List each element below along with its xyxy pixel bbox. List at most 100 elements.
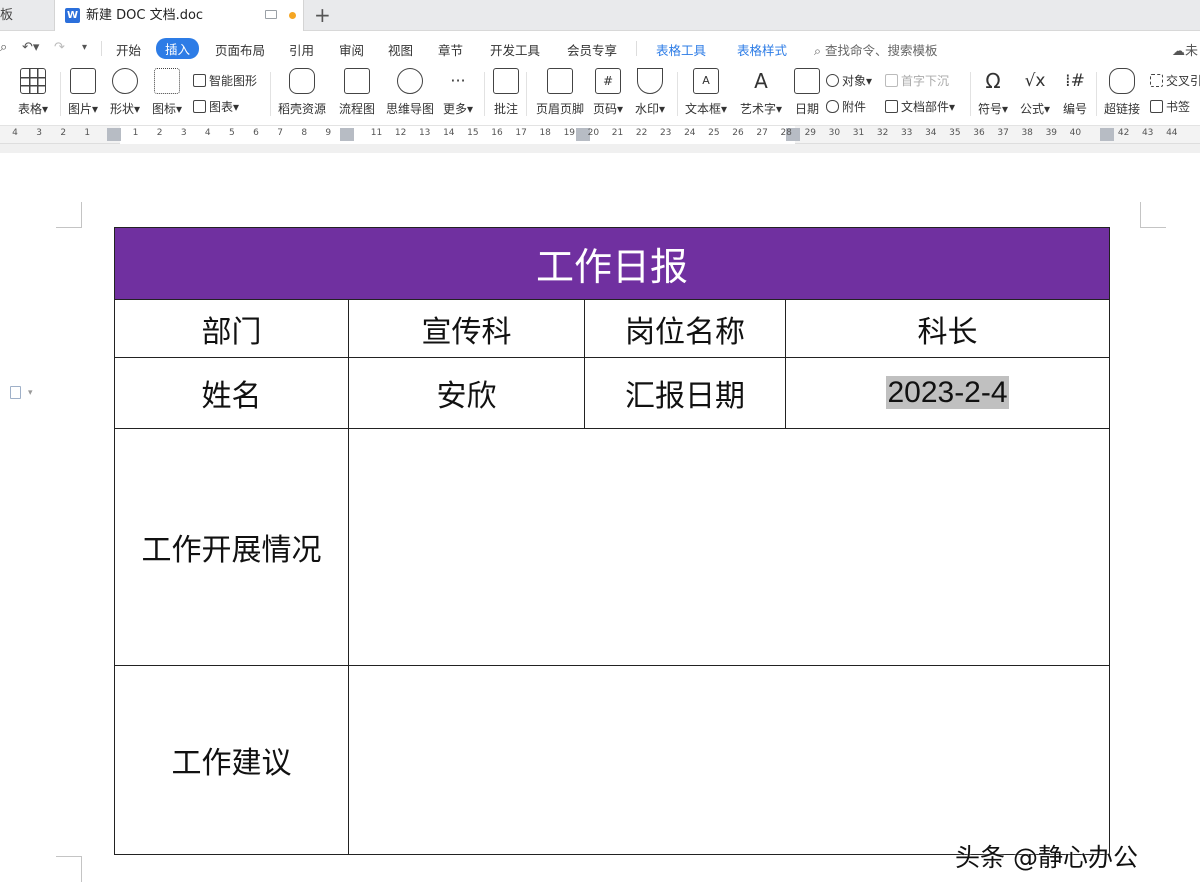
cross-ref-label: 交叉引 bbox=[1166, 74, 1200, 88]
menu-divider bbox=[101, 41, 102, 56]
position-value-cell[interactable]: 科长 bbox=[784, 299, 1111, 358]
menu-page-layout[interactable]: 页面布局 bbox=[215, 40, 265, 59]
hyperlink-button[interactable]: 超链接 bbox=[1104, 68, 1140, 117]
selected-date-text[interactable]: 2023-2-4 bbox=[886, 376, 1009, 409]
menu-insert[interactable]: 插入 bbox=[156, 38, 200, 59]
work-label-cell[interactable]: 工作开展情况 bbox=[114, 428, 349, 666]
date-value-cell[interactable]: 2023-2-4 bbox=[784, 357, 1111, 429]
suggestion-label-cell[interactable]: 工作建议 bbox=[114, 665, 349, 855]
header-footer-icon bbox=[547, 68, 573, 94]
report-title-cell[interactable]: 工作日报 bbox=[113, 227, 1111, 300]
ruler-tick-label: 13 bbox=[418, 128, 431, 138]
mindmap-icon bbox=[397, 68, 423, 94]
mindmap-button[interactable]: 思维导图 bbox=[386, 68, 434, 117]
tab-active-document[interactable]: W 新建 DOC 文档.doc bbox=[54, 0, 304, 31]
insert-shape-button[interactable]: 形状▾ bbox=[110, 68, 140, 117]
daoke-resources-button[interactable]: 稻壳资源 bbox=[278, 68, 326, 117]
menu-member[interactable]: 会员专享 bbox=[567, 40, 617, 59]
icons-icon bbox=[154, 68, 181, 94]
menu-home[interactable]: 开始 bbox=[116, 40, 141, 59]
side-caret-icon[interactable]: ▾ bbox=[28, 388, 33, 398]
menu-sections[interactable]: 章节 bbox=[438, 40, 463, 59]
header-footer-button[interactable]: 页眉页脚 bbox=[536, 68, 584, 117]
watermark-button[interactable]: 水印▾ bbox=[635, 68, 665, 117]
ruler-tick-label: 30 bbox=[828, 128, 841, 138]
ruler-tick-label: 34 bbox=[925, 128, 937, 138]
new-tab-button[interactable]: + bbox=[314, 0, 331, 31]
omega-icon: Ω bbox=[985, 69, 1001, 93]
symbol-button[interactable]: Ω 符号▾ bbox=[978, 68, 1008, 117]
chart-button[interactable]: 图表▾ bbox=[193, 98, 239, 115]
ruler-tick-label: 43 bbox=[1141, 128, 1154, 138]
date-button[interactable]: 日期 bbox=[794, 68, 820, 117]
quick-access-dropdown-icon[interactable]: ▾ bbox=[82, 42, 87, 53]
ruler-tick-label: 11 bbox=[370, 128, 383, 138]
date-label-cell[interactable]: 汇报日期 bbox=[584, 357, 786, 429]
insert-picture-button[interactable]: 图片▾ bbox=[68, 68, 98, 117]
doc-parts-button[interactable]: 文档部件▾ bbox=[885, 98, 955, 115]
tab-previous[interactable]: 板 bbox=[0, 0, 54, 31]
more-dots-icon: ··· bbox=[450, 71, 466, 90]
textbox-button[interactable]: A 文本框▾ bbox=[685, 68, 727, 117]
dropcap-button[interactable]: 首字下沉 bbox=[885, 72, 949, 89]
menu-divider bbox=[636, 41, 637, 56]
numbering-label: 编号 bbox=[1062, 102, 1087, 116]
dept-value-cell[interactable]: 宣传科 bbox=[348, 299, 585, 358]
smart-shape-button[interactable]: 智能图形 bbox=[193, 72, 257, 89]
redo-icon[interactable]: ↷ bbox=[54, 40, 65, 55]
menu-review[interactable]: 审阅 bbox=[339, 40, 364, 59]
cloud-sync-button[interactable]: ☁未 bbox=[1172, 40, 1198, 59]
page-corner-top-right bbox=[1140, 202, 1166, 228]
more-button[interactable]: ··· 更多▾ bbox=[443, 68, 473, 117]
flowchart-button[interactable]: 流程图 bbox=[339, 68, 375, 117]
numbering-button[interactable]: ⁞# 编号 bbox=[1062, 68, 1088, 117]
ruler-left-indent-marker[interactable] bbox=[107, 128, 121, 141]
monitor-icon[interactable] bbox=[265, 10, 277, 19]
shape-label: 形状 bbox=[110, 102, 135, 116]
position-label-cell[interactable]: 岗位名称 bbox=[584, 299, 786, 358]
ruler-tick-label: 29 bbox=[804, 128, 817, 138]
mindmap-label: 思维导图 bbox=[386, 102, 435, 116]
name-value-cell[interactable]: 安欣 bbox=[348, 357, 585, 429]
formula-label: 公式 bbox=[1020, 102, 1045, 116]
dept-label-cell[interactable]: 部门 bbox=[114, 299, 349, 358]
formula-button[interactable]: √x 公式▾ bbox=[1020, 68, 1050, 117]
undo-icon[interactable]: ↶▾ bbox=[22, 40, 39, 55]
picture-label: 图片 bbox=[68, 102, 93, 116]
textbox-label: 文本框 bbox=[685, 102, 722, 116]
page-number-icon: # bbox=[595, 68, 622, 94]
insert-table-button[interactable]: 表格▾ bbox=[18, 68, 48, 117]
icon-label: 图标 bbox=[152, 102, 177, 116]
command-search[interactable]: ⌕ 查找命令、搜索模板 bbox=[814, 40, 938, 59]
bookmark-label: 书签 bbox=[1166, 100, 1191, 114]
bookmark-button[interactable]: 书签 bbox=[1150, 98, 1190, 115]
work-content-cell[interactable] bbox=[347, 428, 1111, 666]
menu-table-style[interactable]: 表格样式 bbox=[737, 40, 787, 59]
object-button[interactable]: 对象▾ bbox=[826, 72, 872, 89]
menu-references[interactable]: 引用 bbox=[289, 40, 314, 59]
resources-icon bbox=[289, 68, 315, 94]
comment-button[interactable]: 批注 bbox=[493, 68, 519, 117]
insert-icon-button[interactable]: 图标▾ bbox=[152, 68, 182, 117]
menu-view[interactable]: 视图 bbox=[388, 40, 413, 59]
wordart-button[interactable]: A 艺术字▾ bbox=[740, 68, 782, 117]
hyperlink-label: 超链接 bbox=[1104, 102, 1141, 116]
cross-reference-button[interactable]: 交叉引 bbox=[1150, 72, 1200, 89]
tab-bar: 板 W 新建 DOC 文档.doc + bbox=[0, 0, 1200, 31]
document-side-icon[interactable] bbox=[10, 386, 21, 399]
ruler-column-marker[interactable] bbox=[340, 128, 354, 141]
smart-shape-icon bbox=[193, 74, 206, 87]
ruler-tick-label: 15 bbox=[467, 128, 479, 138]
ruler-tick-label: 44 bbox=[1166, 128, 1178, 138]
ruler-tick-label: 32 bbox=[876, 128, 889, 138]
ruler-right-indent-marker[interactable] bbox=[1100, 128, 1114, 141]
page-number-button[interactable]: # 页码▾ bbox=[593, 68, 623, 117]
name-label-cell[interactable]: 姓名 bbox=[114, 357, 349, 429]
menu-table-tools[interactable]: 表格工具 bbox=[656, 40, 706, 59]
horizontal-ruler[interactable]: 4 3 2 1 1 2 3 4 5 6 7 8 9 11 12 13 14 15 16 17 18 19 20 21 22 23 2… bbox=[0, 126, 1200, 144]
attachment-button[interactable]: 附件 bbox=[826, 98, 866, 115]
zoom-search-icon[interactable]: ⌕ bbox=[0, 40, 7, 55]
doc-parts-label: 文档部件 bbox=[901, 100, 950, 114]
menu-developer[interactable]: 开发工具 bbox=[490, 40, 540, 59]
suggestion-content-cell[interactable] bbox=[347, 665, 1111, 855]
